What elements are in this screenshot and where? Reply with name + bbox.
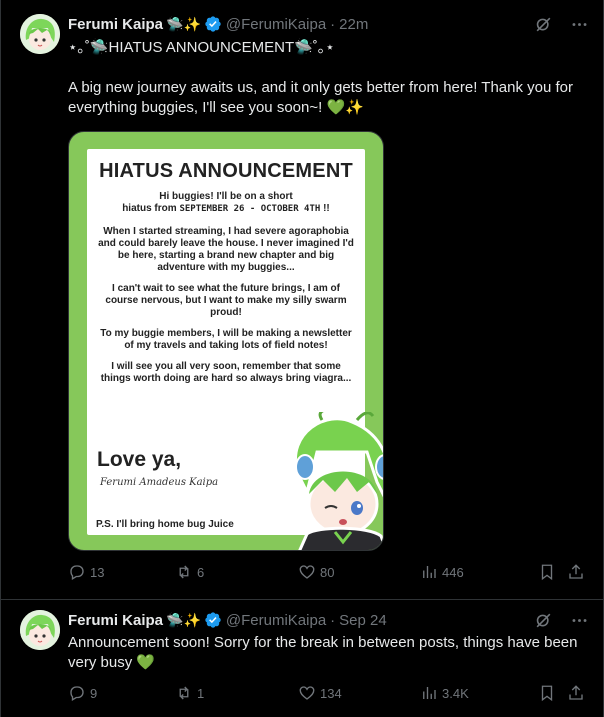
like-icon xyxy=(299,565,315,579)
repost-count: 6 xyxy=(197,564,205,580)
announcement-title: HIATUS ANNOUNCEMENT xyxy=(99,160,353,182)
tweet-text: A big new journey awaits us, and it only… xyxy=(68,79,573,116)
like-icon xyxy=(299,686,315,700)
repost-count: 1 xyxy=(197,685,205,701)
views-icon xyxy=(423,687,436,699)
separator: · xyxy=(330,15,336,33)
closing-text: Love ya, xyxy=(97,448,182,471)
repost-button[interactable]: 1 xyxy=(175,684,204,702)
author-handle[interactable]: @FerumiKaipa xyxy=(226,612,326,629)
tweet-actions: 9 1 134 3.4K xyxy=(68,683,587,703)
author-emoji: 🛸✨ xyxy=(166,15,201,32)
more-icon[interactable] xyxy=(569,610,589,630)
tweet-actions: 13 6 80 446 xyxy=(68,562,587,582)
like-button[interactable]: 134 xyxy=(298,684,342,702)
repost-icon xyxy=(179,565,189,579)
author-name[interactable]: Ferumi Kaipa xyxy=(68,612,163,629)
views-button[interactable]: 446 xyxy=(420,563,464,581)
reply-count: 13 xyxy=(90,564,105,580)
reply-button[interactable]: 13 xyxy=(68,563,104,581)
separator: · xyxy=(330,611,336,629)
tweet-header: Ferumi Kaipa 🛸✨ @FerumiKaipa · Sep 24 xyxy=(68,610,543,630)
share-icon xyxy=(569,685,583,700)
author-emoji: 🛸✨ xyxy=(166,611,201,628)
top-actions xyxy=(533,610,589,630)
tweet[interactable]: Ferumi Kaipa 🛸✨ @FerumiKaipa · Sep 24 An… xyxy=(1,600,603,717)
announcement-body: Hi buggies! I'll be on a short hiatus fr… xyxy=(97,191,355,394)
tweet-header: Ferumi Kaipa 🛸✨ @FerumiKaipa · 22m xyxy=(68,14,543,34)
reply-icon xyxy=(70,565,84,580)
tweet[interactable]: Ferumi Kaipa 🛸✨ @FerumiKaipa · 22m ⋆｡˚🛸H… xyxy=(1,0,603,600)
tweet-text: Announcement soon! Sorry for the break i… xyxy=(68,634,578,671)
share-icon xyxy=(569,564,583,579)
greeting-line-2: hiatus from xyxy=(122,203,177,214)
like-button[interactable]: 80 xyxy=(298,563,334,581)
avatar[interactable] xyxy=(20,14,60,54)
paragraph-1: When I started streaming, I had severe a… xyxy=(98,226,354,273)
like-count: 134 xyxy=(320,685,342,701)
views-icon xyxy=(423,566,436,578)
reply-count: 9 xyxy=(90,685,98,701)
author-name[interactable]: Ferumi Kaipa xyxy=(68,16,163,33)
share-button[interactable] xyxy=(567,684,585,702)
greeting-end: !! xyxy=(320,203,330,214)
bookmark-icon xyxy=(541,685,553,702)
repost-button[interactable]: 6 xyxy=(175,563,204,581)
signature: Ferumi Amadeus Kaipa xyxy=(100,477,219,488)
views-button[interactable]: 3.4K xyxy=(420,684,469,702)
hiatus-dates: SEPTEMBER 26 - OCTOBER 4TH xyxy=(179,204,321,214)
more-icon[interactable] xyxy=(569,14,589,34)
greeting-line-1: Hi buggies! I'll be on a short xyxy=(159,191,293,202)
timestamp[interactable]: 22m xyxy=(339,16,368,33)
grok-icon[interactable] xyxy=(533,610,553,630)
views-count: 446 xyxy=(442,564,464,580)
verified-icon[interactable] xyxy=(204,611,222,629)
grok-icon[interactable] xyxy=(533,14,553,34)
reply-icon xyxy=(70,686,84,701)
verified-icon[interactable] xyxy=(204,15,222,33)
bookmark-icon xyxy=(541,564,553,581)
timestamp[interactable]: Sep 24 xyxy=(339,612,387,629)
announcement-greeting: Hi buggies! I'll be on a short hiatus fr… xyxy=(97,191,355,215)
postscript: P.S. I'll bring home bug Juice xyxy=(96,519,234,530)
paragraph-2: I can't wait to see what the future brin… xyxy=(105,283,347,318)
repost-icon xyxy=(179,686,189,700)
bookmark-button[interactable] xyxy=(538,684,556,702)
chibi-character-illustration xyxy=(293,412,383,550)
tweet-title-line: ⋆｡˚🛸HIATUS ANNOUNCEMENT🛸˚｡⋆ xyxy=(68,39,335,56)
bookmark-button[interactable] xyxy=(538,563,556,581)
like-count: 80 xyxy=(320,564,335,580)
tweet-image[interactable]: HIATUS ANNOUNCEMENT Hi buggies! I'll be … xyxy=(68,131,384,551)
avatar[interactable] xyxy=(20,610,60,650)
paragraph-4: I will see you all very soon, remember t… xyxy=(100,361,352,384)
reply-button[interactable]: 9 xyxy=(68,684,97,702)
views-count: 3.4K xyxy=(442,685,469,701)
author-handle[interactable]: @FerumiKaipa xyxy=(226,16,326,33)
paragraph-3: To my buggie members, I will be making a… xyxy=(100,328,352,351)
top-actions xyxy=(533,14,589,34)
share-button[interactable] xyxy=(567,563,585,581)
